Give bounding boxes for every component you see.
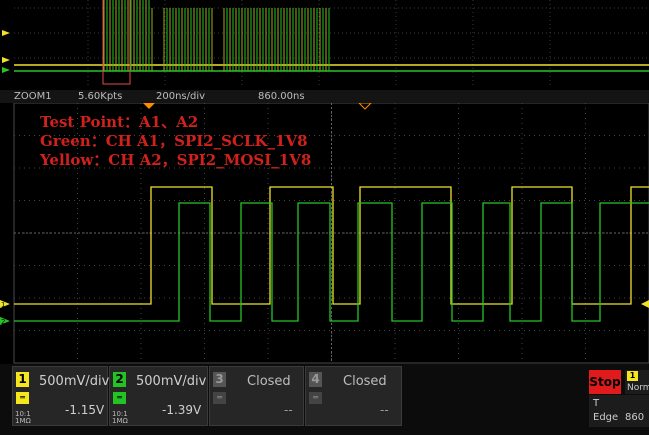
trigger-mode-panel[interactable]: 1 Norm: [625, 370, 649, 394]
channel-2-coupling-icon: ═: [113, 392, 126, 404]
svg-text:1: 1: [1, 301, 5, 309]
channel-4-number: 4: [309, 372, 322, 387]
zoom-delay: 860.00ns: [258, 91, 305, 102]
trigger-panel[interactable]: T Edge 860: [589, 395, 649, 427]
channel-3-offset: --: [284, 403, 293, 417]
zoom-label: ZOOM1: [14, 91, 52, 102]
zoom-points: 5.60Kpts: [78, 91, 123, 102]
run-stop-button[interactable]: Stop: [589, 370, 621, 394]
channel-2-number: 2: [113, 372, 126, 387]
waveform-display: 1 2: [0, 0, 649, 364]
channel-1-panel[interactable]: 1 ═ 10:1 1MΩ 500mV/div -1.15V: [12, 366, 110, 426]
channel-4-coupling-icon: ═: [309, 392, 322, 404]
channel-3-coupling-icon: ═: [213, 392, 226, 404]
zoom-info-bar: ZOOM1 5.60Kpts 200ns/div 860.00ns: [0, 90, 649, 103]
annotation-test-point: Test Point：A1、A2: [40, 113, 199, 131]
channel-3-number: 3: [213, 372, 226, 387]
channel-3-state: Closed: [247, 374, 291, 389]
zoom-center-marker: [357, 102, 373, 110]
overview-markers: [2, 30, 10, 73]
zoom-timebase: 200ns/div: [156, 91, 206, 102]
channel-1-number: 1: [16, 372, 29, 387]
channel-1-impedance: 10:1 1MΩ: [15, 410, 31, 425]
channel-4-panel[interactable]: 4 ═ Closed --: [305, 366, 402, 426]
channel-2-offset: -1.39V: [162, 403, 202, 417]
trigger-source-badge: 1: [627, 371, 638, 381]
annotation-green: Green：CH A1，SPI2_SCLK_1V8: [40, 132, 308, 150]
channel-1-scale: 500mV/div: [39, 374, 110, 389]
channel-2-panel[interactable]: 2 ═ 10:1 1MΩ 500mV/div -1.39V: [109, 366, 208, 426]
channel-1-offset: -1.15V: [65, 403, 105, 417]
svg-text:2: 2: [1, 318, 5, 326]
trigger-level: 860: [625, 412, 645, 423]
trigger-edge-label: Edge: [593, 412, 619, 423]
channel-3-panel[interactable]: 3 ═ Closed --: [209, 366, 304, 426]
oscilloscope-screen: 1 2 ZOOM1 5.60Kpts 200ns/div 860.00ns Te…: [0, 0, 649, 435]
annotation-yellow: Yellow：CH A2，SPI2_MOSI_1V8: [40, 151, 312, 169]
channel-4-offset: --: [380, 403, 389, 417]
overview-graticule: [14, 0, 649, 88]
channel-2-impedance: 10:1 1MΩ: [112, 410, 128, 425]
channel-1-coupling-icon: ═: [16, 392, 29, 404]
trigger-position-marker: [143, 103, 155, 109]
trigger-type-label: T: [593, 398, 600, 409]
overview-burst: [103, 0, 330, 71]
channel-2-scale: 500mV/div: [136, 374, 207, 389]
trigger-mode: Norm: [627, 383, 649, 393]
channel-4-state: Closed: [343, 374, 387, 389]
right-level-marker: [641, 300, 649, 308]
